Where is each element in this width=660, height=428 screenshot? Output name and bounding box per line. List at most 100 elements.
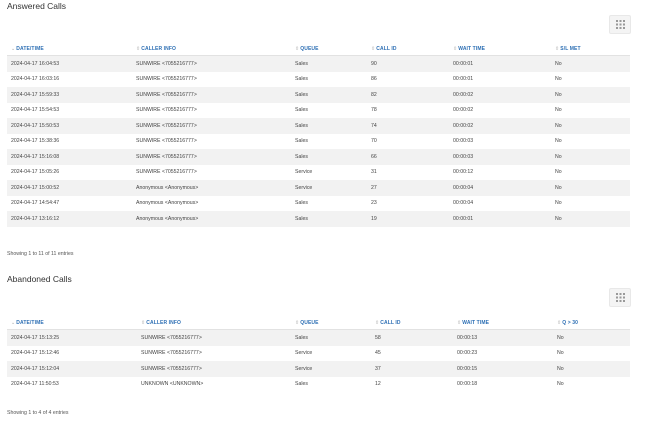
cell-queue: Sales	[291, 329, 371, 346]
cell-queue: Service	[291, 164, 367, 180]
cell-call-id: 37	[371, 361, 453, 377]
cell-caller-info: SUNWIRE <7055216777>	[132, 55, 291, 72]
cell-call-id: 70	[367, 133, 449, 149]
cell-status: No	[551, 149, 630, 165]
cell-queue: Service	[291, 361, 371, 377]
column-header-caller-info[interactable]: ⇳CALLER INFO	[137, 317, 291, 330]
answered-calls-table: ⌄DATE/TIME ⇳CALLER INFO ⇳QUEUE ⇳CALL ID …	[7, 43, 630, 227]
cell-wait-time: 00:00:03	[449, 149, 551, 165]
abandoned-table-body: 2024-04-17 15:13:25 SUNWIRE <7055216777> S…	[7, 329, 630, 392]
column-header-caller-info[interactable]: ⇳CALLER INFO	[132, 43, 291, 56]
cell-call-id: 74	[367, 118, 449, 134]
cell-call-id: 27	[367, 180, 449, 196]
cell-queue: Service	[291, 180, 367, 196]
cell-wait-time: 00:00:13	[453, 329, 553, 346]
cell-datetime: 2024-04-17 15:50:53	[7, 118, 132, 134]
cell-call-id: 90	[367, 55, 449, 72]
table-row: 2024-04-17 15:54:53 SUNWIRE <7055216777> S…	[7, 102, 630, 118]
column-header-call-id[interactable]: ⇳CALL ID	[371, 317, 453, 330]
cell-caller-info: Anonymous <Anonymous>	[132, 180, 291, 196]
cell-wait-time: 00:00:23	[453, 345, 553, 361]
cell-datetime: 2024-04-17 13:16:12	[7, 211, 132, 227]
cell-call-id: 66	[367, 149, 449, 165]
cell-status: No	[551, 195, 630, 211]
table-row: 2024-04-17 15:12:46 SUNWIRE <7055216777> S…	[7, 345, 630, 361]
cell-call-id: 23	[367, 195, 449, 211]
answered-entries-info: Showing 1 to 11 of 11 entries	[7, 251, 74, 257]
cell-wait-time: 00:00:03	[449, 133, 551, 149]
cell-status: No	[553, 329, 630, 346]
cell-wait-time: 00:00:15	[453, 361, 553, 377]
cell-status: No	[551, 133, 630, 149]
cell-caller-info: Anonymous <Anonymous>	[132, 195, 291, 211]
cell-queue: Sales	[291, 118, 367, 134]
cell-queue: Sales	[291, 55, 367, 72]
column-header-sl-met[interactable]: ⇳S/L MET	[551, 43, 630, 56]
cell-queue: Sales	[291, 149, 367, 165]
cell-wait-time: 00:00:12	[449, 164, 551, 180]
cell-caller-info: SUNWIRE <7055216777>	[137, 329, 291, 346]
cell-status: No	[553, 345, 630, 361]
abandoned-calls-title: Abandoned Calls	[7, 274, 72, 284]
cell-caller-info: SUNWIRE <7055216777>	[132, 133, 291, 149]
column-header-datetime[interactable]: ⌄DATE/TIME	[7, 43, 132, 56]
table-row: 2024-04-17 15:05:26 SUNWIRE <7055216777> S…	[7, 164, 630, 180]
sort-both-icon: ⇳	[457, 320, 462, 326]
abandoned-entries-info: Showing 1 to 4 of 4 entries	[7, 410, 69, 416]
column-header-q-over-30[interactable]: ⇳Q > 30	[553, 317, 630, 330]
column-header-queue[interactable]: ⇳QUEUE	[291, 317, 371, 330]
cell-datetime: 2024-04-17 15:05:26	[7, 164, 132, 180]
cell-wait-time: 00:00:01	[449, 71, 551, 87]
table-row: 2024-04-17 15:50:53 SUNWIRE <7055216777> S…	[7, 118, 630, 134]
table-header-row: ⌄DATE/TIME ⇳CALLER INFO ⇳QUEUE ⇳CALL ID …	[7, 43, 630, 56]
cell-queue: Service	[291, 345, 371, 361]
column-header-queue[interactable]: ⇳QUEUE	[291, 43, 367, 56]
cell-call-id: 19	[367, 211, 449, 227]
cell-status: No	[551, 164, 630, 180]
sort-both-icon: ⇳	[375, 320, 380, 326]
cell-status: No	[551, 87, 630, 103]
answered-columns-button[interactable]	[609, 15, 631, 34]
cell-status: No	[551, 71, 630, 87]
cell-caller-info: UNKNOWN <UNKNOWN>	[137, 376, 291, 392]
cell-call-id: 82	[367, 87, 449, 103]
cell-datetime: 2024-04-17 11:50:53	[7, 376, 137, 392]
column-header-datetime[interactable]: ⌄DATE/TIME	[7, 317, 137, 330]
cell-status: No	[553, 361, 630, 377]
sort-both-icon: ⇳	[555, 46, 560, 52]
table-row: 2024-04-17 13:16:12 Anonymous <Anonymous>…	[7, 211, 630, 227]
cell-wait-time: 00:00:01	[449, 55, 551, 72]
cell-status: No	[551, 55, 630, 72]
column-header-call-id[interactable]: ⇳CALL ID	[367, 43, 449, 56]
cell-datetime: 2024-04-17 15:16:08	[7, 149, 132, 165]
cell-datetime: 2024-04-17 16:04:53	[7, 55, 132, 72]
cell-call-id: 12	[371, 376, 453, 392]
grid-icon	[615, 20, 625, 29]
answered-calls-title: Answered Calls	[7, 1, 67, 11]
cell-call-id: 86	[367, 71, 449, 87]
cell-datetime: 2024-04-17 15:00:52	[7, 180, 132, 196]
abandoned-columns-button[interactable]	[609, 288, 631, 307]
cell-status: No	[551, 211, 630, 227]
cell-wait-time: 00:00:02	[449, 87, 551, 103]
cell-wait-time: 00:00:04	[449, 195, 551, 211]
cell-datetime: 2024-04-17 15:12:04	[7, 361, 137, 377]
cell-caller-info: Anonymous <Anonymous>	[132, 211, 291, 227]
cell-caller-info: SUNWIRE <7055216777>	[132, 102, 291, 118]
cell-caller-info: SUNWIRE <7055216777>	[132, 149, 291, 165]
cell-wait-time: 00:00:02	[449, 118, 551, 134]
column-header-wait-time[interactable]: ⇳WAIT TIME	[449, 43, 551, 56]
cell-caller-info: SUNWIRE <7055216777>	[137, 345, 291, 361]
cell-queue: Sales	[291, 87, 367, 103]
cell-datetime: 2024-04-17 16:03:16	[7, 71, 132, 87]
cell-caller-info: SUNWIRE <7055216777>	[137, 361, 291, 377]
cell-datetime: 2024-04-17 15:59:33	[7, 87, 132, 103]
cell-queue: Sales	[291, 102, 367, 118]
table-row: 2024-04-17 15:12:04 SUNWIRE <7055216777> S…	[7, 361, 630, 377]
abandoned-calls-table: ⌄DATE/TIME ⇳CALLER INFO ⇳QUEUE ⇳CALL ID …	[7, 317, 630, 392]
sort-both-icon: ⇳	[295, 46, 300, 52]
sort-both-icon: ⇳	[371, 46, 376, 52]
table-row: 2024-04-17 15:38:36 SUNWIRE <7055216777> S…	[7, 133, 630, 149]
sort-both-icon: ⇳	[557, 320, 562, 326]
column-header-wait-time[interactable]: ⇳WAIT TIME	[453, 317, 553, 330]
